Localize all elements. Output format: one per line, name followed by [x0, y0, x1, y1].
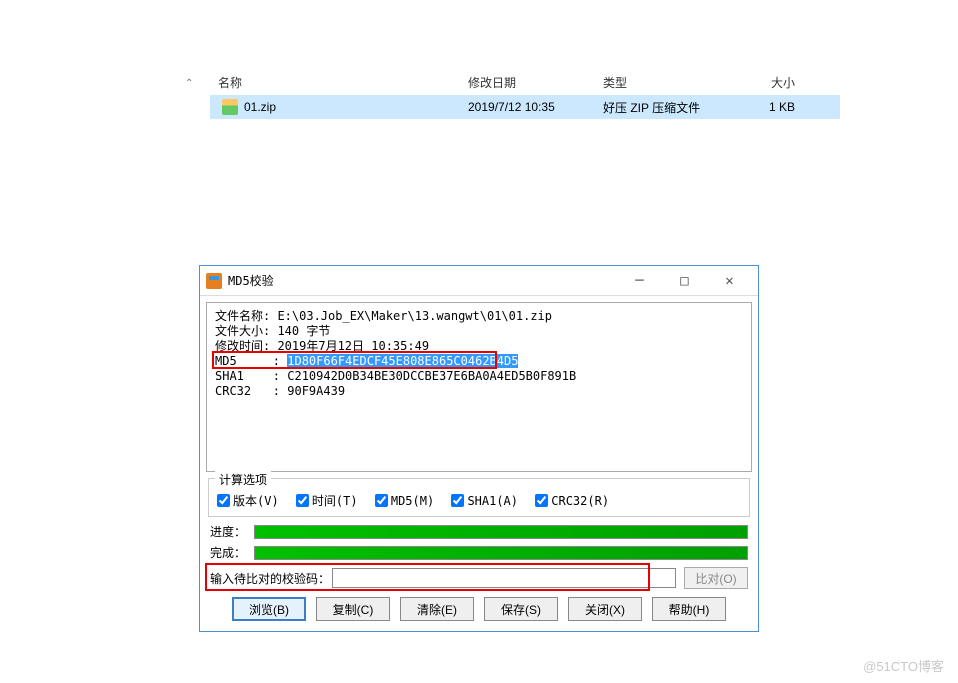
- col-type-header[interactable]: 类型: [603, 74, 743, 91]
- checkbox-crc32[interactable]: CRC32(R): [535, 494, 609, 508]
- checkbox-time[interactable]: 时间(T): [296, 492, 358, 509]
- options-group: 计算选项 版本(V) 时间(T) MD5(M) SHA1(A) CRC32(R): [208, 478, 750, 517]
- file-list-header: 名称 修改日期 类型 大小: [210, 70, 840, 95]
- checkbox-md5[interactable]: MD5(M): [375, 494, 434, 508]
- file-name: 01.zip: [244, 100, 276, 114]
- minimize-button[interactable]: ─: [617, 267, 662, 295]
- close-window-button[interactable]: ✕: [707, 267, 752, 295]
- options-title: 计算选项: [215, 471, 271, 488]
- watermark: @51CTO博客: [863, 656, 944, 675]
- checkbox-sha1[interactable]: SHA1(A): [451, 494, 518, 508]
- md5-value[interactable]: 1D80F66F4EDCF45E808E865C0462B4D5: [287, 354, 518, 368]
- dialog-title: MD5校验: [228, 272, 617, 289]
- complete-bar: [254, 546, 748, 560]
- maximize-button[interactable]: □: [662, 267, 707, 295]
- file-row[interactable]: 01.zip 2019/7/12 10:35 好压 ZIP 压缩文件 1 KB: [210, 95, 840, 119]
- compare-button[interactable]: 比对(O): [684, 567, 748, 589]
- save-button[interactable]: 保存(S): [484, 597, 558, 621]
- md5-dialog: MD5校验 ─ □ ✕ 文件名称: E:\03.Job_EX\Maker\13.…: [199, 265, 759, 632]
- col-size-header[interactable]: 大小: [743, 74, 803, 91]
- mtime-value: 2019年7月12日 10:35:49: [277, 339, 429, 353]
- zip-file-icon: [222, 99, 238, 115]
- progress-area: 进度： 完成：: [210, 523, 748, 561]
- filesize-value: 140 字节: [277, 324, 330, 338]
- copy-button[interactable]: 复制(C): [316, 597, 390, 621]
- file-date: 2019/7/12 10:35: [468, 100, 603, 114]
- sha1-value: C210942D0B34BE30DCCBE37E6BA0A4ED5B0F891B: [287, 369, 576, 383]
- complete-label: 完成：: [210, 544, 254, 561]
- progress-bar: [254, 525, 748, 539]
- app-icon: [206, 273, 222, 289]
- filename-value: E:\03.Job_EX\Maker\13.wangwt\01\01.zip: [277, 309, 552, 323]
- compare-input[interactable]: [332, 568, 676, 588]
- button-row: 浏览(B) 复制(C) 清除(E) 保存(S) 关闭(X) 帮助(H): [210, 597, 748, 621]
- sha1-label: SHA1 :: [215, 369, 287, 383]
- progress-label: 进度：: [210, 523, 254, 540]
- filename-label: 文件名称:: [215, 309, 277, 323]
- clear-button[interactable]: 清除(E): [400, 597, 474, 621]
- hash-output-panel[interactable]: 文件名称: E:\03.Job_EX\Maker\13.wangwt\01\01…: [206, 302, 752, 472]
- md5-label: MD5 :: [215, 354, 287, 368]
- help-button[interactable]: 帮助(H): [652, 597, 726, 621]
- compare-row: 输入待比对的校验码： 比对(O): [210, 567, 748, 589]
- compare-label: 输入待比对的校验码：: [210, 570, 330, 587]
- checkbox-version[interactable]: 版本(V): [217, 492, 279, 509]
- browse-button[interactable]: 浏览(B): [232, 597, 306, 621]
- crc32-label: CRC32 :: [215, 384, 287, 398]
- file-list: 名称 修改日期 类型 大小 01.zip 2019/7/12 10:35 好压 …: [210, 70, 840, 119]
- col-date-header[interactable]: 修改日期: [468, 74, 603, 91]
- filesize-label: 文件大小:: [215, 324, 277, 338]
- mtime-label: 修改时间:: [215, 339, 277, 353]
- col-name-header[interactable]: 名称: [210, 74, 468, 91]
- crc32-value: 90F9A439: [287, 384, 345, 398]
- titlebar[interactable]: MD5校验 ─ □ ✕: [200, 266, 758, 296]
- up-caret-icon: ⌃: [185, 78, 193, 89]
- close-button[interactable]: 关闭(X): [568, 597, 642, 621]
- file-type: 好压 ZIP 压缩文件: [603, 99, 743, 116]
- file-size: 1 KB: [743, 100, 803, 114]
